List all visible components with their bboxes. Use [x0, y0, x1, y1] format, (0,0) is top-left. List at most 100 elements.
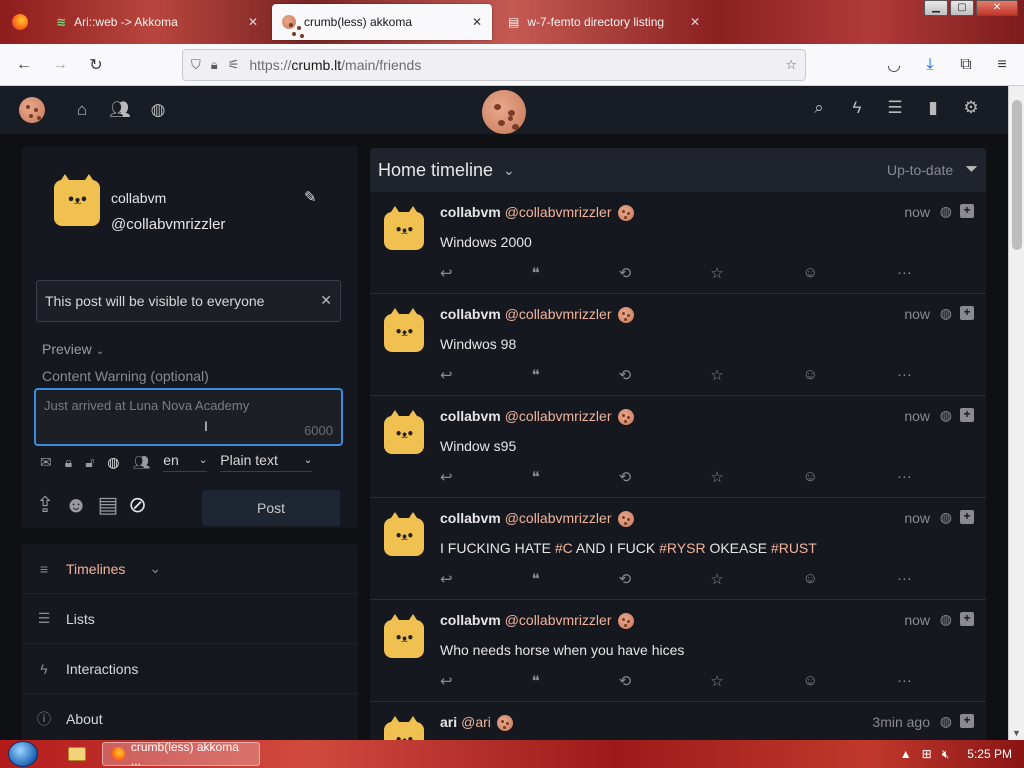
favorite-star-icon[interactable]: ☆	[710, 264, 723, 282]
quote-icon[interactable]: ❝	[532, 366, 540, 384]
hamburger-menu-icon[interactable]: ≡	[986, 49, 1018, 81]
clock[interactable]: 5:25 PM	[967, 747, 1012, 761]
post-time[interactable]: now	[904, 408, 930, 424]
format-select[interactable]: Plain text ⌄	[220, 452, 313, 472]
page-scrollbar[interactable]: ▼	[1008, 86, 1024, 740]
preview-toggle[interactable]: Preview ⌄	[42, 341, 104, 357]
volume-muted-icon[interactable]: 🔇︎	[942, 747, 950, 762]
tab-crumbless-akkoma[interactable]: crumb(less) akkoma ✕	[272, 4, 492, 40]
post-status-textarea[interactable]: Just arrived at Luna Nova Academy I 6000	[34, 388, 343, 446]
react-emoji-icon[interactable]: ☺	[803, 366, 818, 384]
more-icon[interactable]: ···	[897, 570, 912, 588]
reply-icon[interactable]: ↩	[440, 366, 453, 384]
chevron-down-icon[interactable]: ⌄	[503, 162, 515, 179]
minimize-button[interactable]: ▁	[924, 0, 948, 16]
forward-icon[interactable]: →	[44, 49, 76, 81]
menu-item-timelines[interactable]: ≡ Timelines ⌄	[22, 544, 358, 594]
url-bar[interactable]: ⛉ 🔒︎ ⚟ https://crumb.lt/main/friends ☆	[182, 49, 806, 81]
post-author[interactable]: collabvm @collabvmrizzler	[440, 510, 634, 528]
repeat-icon[interactable]: ⟲	[619, 366, 632, 384]
direct-scope-icon[interactable]: ✉	[40, 454, 52, 471]
home-icon[interactable]: ⌂	[63, 100, 101, 120]
tab-directory-listing[interactable]: ▤ w-7-femto directory listing ✕	[498, 4, 710, 40]
tray-expand-icon[interactable]: ▲	[900, 747, 912, 761]
menu-item-about[interactable]: ⓘ About	[22, 694, 358, 740]
avatar[interactable]: •ᴥ•	[384, 614, 424, 658]
repeat-icon[interactable]: ⟲	[619, 570, 632, 588]
firefox-taskbar-button[interactable]: crumb(less) akkoma ...	[102, 740, 260, 768]
center-cookie-logo-icon[interactable]	[482, 90, 526, 134]
menu-item-lists[interactable]: ☰ Lists	[22, 594, 358, 644]
poll-icon[interactable]: ▤	[98, 492, 119, 518]
quote-icon[interactable]: ❝	[532, 468, 540, 486]
list-icon[interactable]: ☰	[876, 98, 914, 118]
close-tab-icon[interactable]: ✕	[472, 15, 482, 29]
more-icon[interactable]: ···	[897, 366, 912, 384]
react-emoji-icon[interactable]: ☺	[803, 264, 818, 282]
more-icon[interactable]: ···	[897, 264, 912, 282]
bolt-icon[interactable]: ϟ	[838, 98, 876, 118]
post-time[interactable]: now	[904, 204, 930, 220]
pocket-icon[interactable]: ◡	[878, 49, 910, 81]
reply-icon[interactable]: ↩	[440, 264, 453, 282]
hashtag-link[interactable]: #C	[555, 540, 573, 556]
scroll-down-icon[interactable]: ▼	[1012, 728, 1021, 738]
extensions-icon[interactable]: ⧉	[950, 49, 982, 81]
edit-profile-icon[interactable]: ✎	[304, 188, 317, 206]
avatar[interactable]: •ᴥ•	[384, 716, 424, 740]
bookmark-icon[interactable]: ▮	[914, 98, 952, 118]
upload-icon[interactable]: ⇪	[36, 492, 54, 518]
avatar[interactable]: •ᴥ•	[384, 308, 424, 352]
post-author[interactable]: collabvm @collabvmrizzler	[440, 204, 634, 222]
post-author[interactable]: ari @ari	[440, 714, 513, 732]
sensitive-hide-icon[interactable]: ⊘	[128, 492, 146, 518]
download-icon[interactable]: ⤓	[914, 49, 946, 81]
post-time[interactable]: now	[904, 306, 930, 322]
dismiss-notice-icon[interactable]: ✕	[320, 292, 332, 309]
network-icon[interactable]: ⊞	[922, 747, 932, 761]
back-icon[interactable]: ←	[8, 49, 40, 81]
expand-icon[interactable]: +	[960, 714, 974, 728]
avatar[interactable]: •ᴥ•	[384, 410, 424, 454]
reply-icon[interactable]: ↩	[440, 672, 453, 690]
avatar[interactable]: •ᴥ•	[384, 512, 424, 556]
react-emoji-icon[interactable]: ☺	[803, 672, 818, 690]
expand-icon[interactable]: +	[960, 612, 974, 626]
post-button[interactable]: Post	[202, 490, 340, 526]
filter-icon[interactable]: ⏷	[965, 161, 978, 179]
unlisted-scope-icon[interactable]: 🔓︎	[85, 454, 94, 471]
more-icon[interactable]: ···	[897, 468, 912, 486]
lock-icon[interactable]: 🔒︎	[211, 57, 218, 73]
post-author[interactable]: collabvm @collabvmrizzler	[440, 408, 634, 426]
post-author[interactable]: collabvm @collabvmrizzler	[440, 306, 634, 324]
public-scope-icon[interactable]: ◍	[107, 454, 119, 471]
favorite-star-icon[interactable]: ☆	[710, 570, 723, 588]
site-logo-icon[interactable]	[19, 97, 45, 123]
reply-icon[interactable]: ↩	[440, 570, 453, 588]
gear-icon[interactable]: ⚙	[952, 98, 990, 118]
close-tab-icon[interactable]: ✕	[248, 15, 258, 29]
avatar[interactable]: •ᴥ•	[384, 206, 424, 250]
favorite-star-icon[interactable]: ☆	[710, 366, 723, 384]
repeat-icon[interactable]: ⟲	[619, 672, 632, 690]
private-scope-icon[interactable]: 🔒︎	[65, 454, 72, 471]
reload-icon[interactable]: ↻	[80, 49, 112, 81]
post-time[interactable]: 3min ago	[872, 714, 930, 730]
close-tab-icon[interactable]: ✕	[690, 15, 700, 29]
language-select[interactable]: en ⌄	[163, 452, 208, 472]
menu-item-interactions[interactable]: ϟ Interactions	[22, 644, 358, 694]
permissions-icon[interactable]: ⚟	[228, 57, 240, 73]
firefox-menu-tab[interactable]	[2, 4, 44, 40]
post-time[interactable]: now	[904, 510, 930, 526]
close-window-button[interactable]: ✕	[976, 0, 1018, 16]
favorite-star-icon[interactable]: ☆	[710, 468, 723, 486]
react-emoji-icon[interactable]: ☺	[803, 468, 818, 486]
expand-icon[interactable]: +	[960, 306, 974, 320]
content-warning-input[interactable]: Content Warning (optional)	[42, 368, 338, 389]
post-author[interactable]: collabvm @collabvmrizzler	[440, 612, 634, 630]
emoji-icon[interactable]: ☻	[64, 492, 87, 518]
hashtag-link[interactable]: #RYSR	[659, 540, 705, 556]
avatar[interactable]: •ᴥ•	[54, 174, 100, 226]
timeline-title[interactable]: Home timeline	[378, 160, 493, 181]
local-scope-icon[interactable]: 👥︎	[132, 454, 150, 471]
